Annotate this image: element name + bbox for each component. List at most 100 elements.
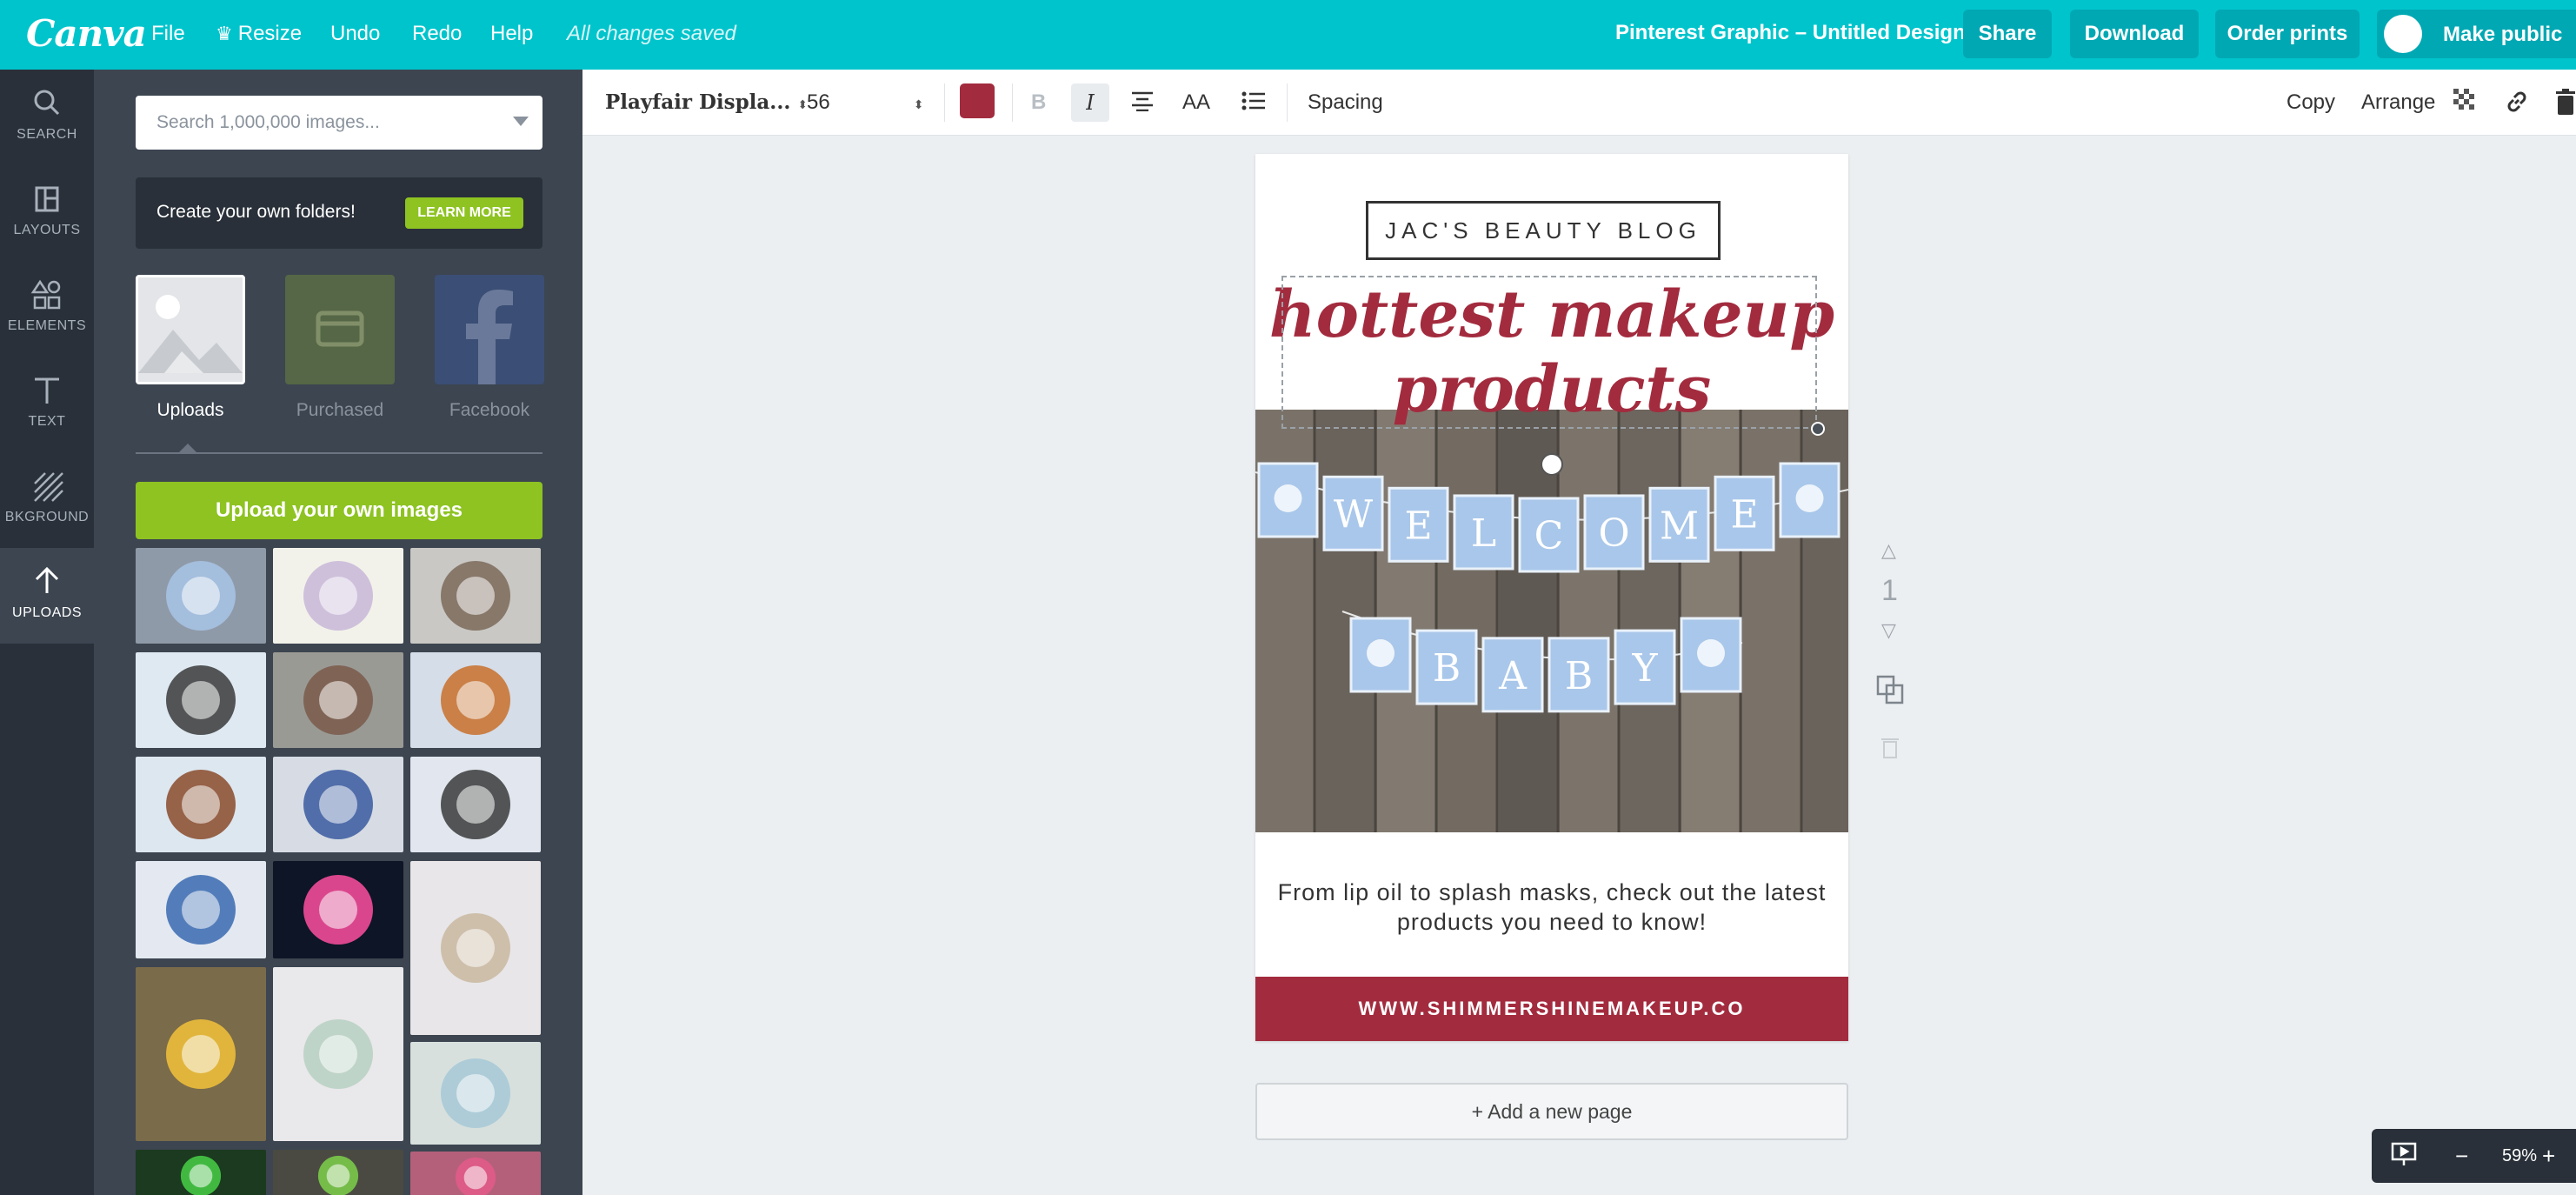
page-number: 1	[1881, 574, 1898, 607]
upload-thumbnail[interactable]	[273, 967, 403, 1141]
upload-thumbnail[interactable]	[273, 548, 403, 644]
learn-more-button[interactable]: LEARN MORE	[405, 197, 523, 229]
zoom-out-button[interactable]: −	[2455, 1143, 2468, 1170]
font-size-value: 56	[807, 90, 830, 114]
description-text[interactable]: From lip oil to splash masks, check out …	[1276, 878, 1827, 937]
rail-item-background[interactable]: BKGROUND	[0, 452, 94, 548]
rail-item-uploads[interactable]: UPLOADS	[0, 548, 94, 644]
menu-file[interactable]: File	[151, 22, 185, 46]
banner-letter: C	[1534, 514, 1564, 558]
upload-thumbnail[interactable]	[410, 548, 541, 644]
banner-rosette	[1795, 484, 1824, 512]
rail-label: UPLOADS	[12, 605, 82, 620]
image-search-input[interactable]	[136, 96, 509, 150]
source-tab-purchased[interactable]: Purchased	[275, 275, 405, 423]
image-search	[136, 96, 542, 150]
search-icon	[34, 90, 60, 116]
font-selector[interactable]: Playfair Displa... ⬍	[605, 90, 808, 114]
banner-rosette	[1274, 484, 1302, 512]
banner-letter: B	[1565, 654, 1593, 698]
rail-label: BKGROUND	[4, 510, 90, 524]
upload-thumbnail[interactable]	[410, 1152, 541, 1195]
source-label: Facebook	[449, 400, 530, 420]
upload-thumbnail[interactable]	[273, 1150, 403, 1195]
banner-letter: B	[1433, 646, 1461, 691]
source-tab-facebook[interactable]: Facebook	[424, 275, 555, 423]
uploads-panel: Create your own folders! LEARN MORE Uplo…	[94, 70, 582, 1195]
source-label: Purchased	[296, 400, 384, 420]
rail-item-search[interactable]: SEARCH	[0, 70, 94, 165]
spacing-button[interactable]: Spacing	[1308, 90, 1383, 115]
banner-rosette	[1367, 639, 1395, 667]
upload-thumbnail[interactable]	[410, 861, 541, 1035]
add-page-button[interactable]: + Add a new page	[1255, 1083, 1848, 1140]
upload-thumbnail[interactable]	[136, 861, 266, 958]
upload-thumbnail[interactable]	[136, 652, 266, 748]
promo-text: Create your own folders!	[156, 202, 356, 222]
document-title[interactable]: Pinterest Graphic – Untitled Design	[1615, 21, 1966, 45]
menu-redo[interactable]: Redo	[412, 22, 462, 46]
duplicate-page-icon[interactable]	[1876, 675, 1904, 712]
rail-item-layouts[interactable]: LAYOUTS	[0, 165, 94, 261]
present-icon[interactable]	[2391, 1141, 2417, 1173]
trash-icon[interactable]	[2556, 89, 2575, 121]
upload-thumbnail[interactable]	[410, 652, 541, 748]
arrange-button[interactable]: Arrange	[2361, 90, 2435, 115]
upload-thumbnail[interactable]	[136, 1150, 266, 1195]
source-tabs-divider	[136, 452, 542, 454]
blog-name-badge[interactable]: JAC'S BEAUTY BLOG	[1366, 201, 1721, 260]
menu-resize[interactable]: ♛ Resize	[216, 22, 302, 46]
text-case-button[interactable]: AA	[1182, 90, 1210, 115]
align-center-icon[interactable]	[1130, 90, 1155, 117]
zoom-level[interactable]: 59%	[2502, 1146, 2537, 1166]
design-canvas[interactable]: JAC'S BEAUTY BLOG WELCOME BABY hottest m…	[1255, 154, 1848, 1041]
upload-thumbnail[interactable]	[273, 652, 403, 748]
text-color-swatch[interactable]	[960, 83, 995, 118]
font-size-selector[interactable]: 56 ⬍	[807, 90, 923, 115]
upload-thumbnail[interactable]	[136, 967, 266, 1141]
link-icon[interactable]	[2504, 89, 2530, 121]
canva-logo[interactable]: Canva	[26, 12, 147, 55]
banner-letter: A	[1498, 654, 1528, 698]
move-page-down-icon[interactable]: ▽	[1881, 619, 1896, 642]
rail-label: SEARCH	[17, 127, 77, 142]
fence-plank	[1560, 410, 1619, 832]
italic-button[interactable]: I	[1071, 83, 1109, 122]
rail-item-elements[interactable]: ELEMENTS	[0, 261, 94, 357]
download-button[interactable]: Download	[2070, 10, 2199, 58]
website-url-bar[interactable]: WWW.SHIMMERSHINEMAKEUP.CO	[1255, 977, 1848, 1041]
order-prints-button[interactable]: Order prints	[2215, 10, 2360, 58]
transparency-icon[interactable]	[2453, 89, 2476, 117]
rotate-handle-icon[interactable]	[1541, 453, 1563, 476]
zoom-in-button[interactable]: +	[2542, 1143, 2555, 1170]
share-button[interactable]: Share	[1963, 10, 2052, 58]
rail-item-text[interactable]: TEXT	[0, 357, 94, 452]
menu-resize-label: Resize	[237, 22, 303, 45]
chevron-down-icon[interactable]	[513, 117, 529, 126]
menu-undo[interactable]: Undo	[330, 22, 380, 46]
move-page-up-icon[interactable]: △	[1881, 539, 1896, 562]
layouts-icon	[35, 186, 59, 212]
upload-thumbnail[interactable]	[273, 757, 403, 852]
rail-label: LAYOUTS	[13, 223, 81, 237]
source-tab-uploads[interactable]: Uploads	[125, 275, 256, 423]
resize-handle[interactable]	[1811, 422, 1825, 436]
bold-button[interactable]: B	[1031, 90, 1046, 115]
upload-thumbnail[interactable]	[410, 1042, 541, 1145]
toggle-knob	[2384, 15, 2422, 53]
active-tab-pointer	[179, 444, 196, 452]
upload-thumbnail[interactable]	[136, 548, 266, 644]
list-icon[interactable]	[1241, 90, 1266, 117]
delete-page-icon[interactable]	[1881, 732, 1899, 766]
source-label: Uploads	[156, 400, 224, 420]
upload-images-button[interactable]: Upload your own images	[136, 482, 542, 539]
banner-letter: W	[1334, 492, 1374, 537]
menu-help[interactable]: Help	[490, 22, 533, 46]
copy-button[interactable]: Copy	[2286, 90, 2335, 115]
rail-label: ELEMENTS	[7, 318, 87, 333]
upload-thumbnail[interactable]	[410, 757, 541, 852]
font-name: Playfair Displa...	[605, 90, 791, 114]
upload-thumbnail[interactable]	[136, 757, 266, 852]
make-public-toggle[interactable]: Make public	[2377, 10, 2576, 58]
upload-thumbnail[interactable]	[273, 861, 403, 958]
